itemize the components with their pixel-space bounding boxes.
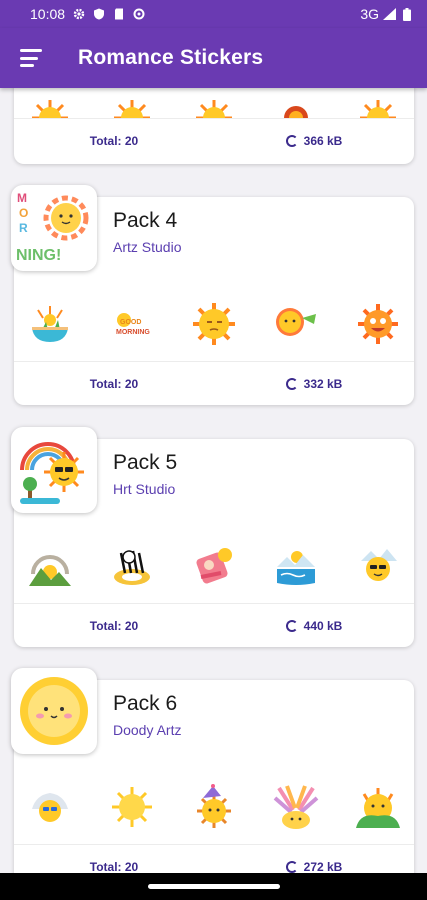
svg-text:O: O: [19, 206, 28, 220]
pack-card[interactable]: Pack 6 Doody Artz Total: 20 272 kB: [11, 668, 414, 873]
pack-size: 440 kB: [303, 618, 343, 633]
shield-icon: [94, 8, 105, 20]
sticker-thumb: [352, 781, 404, 833]
pack-author: Artz Studio: [113, 239, 182, 255]
sticker-thumb: [270, 88, 322, 118]
pack-size: 272 kB: [303, 859, 343, 874]
app-title: Romance Stickers: [78, 46, 264, 69]
sticker-thumb: [24, 298, 76, 350]
sticker-thumb: [188, 540, 240, 592]
sticker-thumb: [352, 540, 404, 592]
pack-size: 366 kB: [303, 133, 343, 148]
pack-header: Pack 5 Hrt Studio: [11, 427, 414, 529]
gear-icon: [133, 8, 145, 20]
sticker-thumb: [188, 88, 240, 118]
sticker-thumb: [106, 540, 158, 592]
sticker-thumb: [106, 88, 158, 118]
sticker-thumb: [188, 298, 240, 350]
network-type: 3G: [360, 6, 379, 22]
sticker-thumb: [188, 781, 240, 833]
pack-footer: Total: 20 332 kB: [14, 361, 414, 405]
sticker-thumb: [352, 88, 404, 118]
svg-text:MORNING: MORNING: [116, 329, 150, 336]
sticker-count: Total: 20: [89, 859, 139, 874]
size-icon: [285, 619, 298, 632]
sticker-thumb: [24, 540, 76, 592]
svg-text:GOOD: GOOD: [120, 319, 141, 326]
sd-card-icon: [115, 8, 124, 20]
navigation-bar: [0, 873, 427, 900]
sticker-count: Total: 20: [89, 376, 139, 391]
pack-card[interactable]: Total: 20 366 kB: [14, 88, 414, 164]
sticker-thumb: GOOD MORNING: [106, 298, 158, 350]
battery-icon: [403, 7, 411, 21]
status-bar: 10:08 3G: [0, 0, 427, 28]
sticker-preview-row: [14, 529, 414, 603]
pack-footer: Total: 20 272 kB: [14, 844, 414, 873]
sticker-preview-row: [14, 88, 414, 118]
pack-header: M O R NING! Pack 4 Artz Studio: [11, 185, 414, 287]
settings-icon: [73, 8, 85, 20]
size-icon: [285, 377, 298, 390]
sticker-thumb: [24, 781, 76, 833]
sticker-thumb: [24, 88, 76, 118]
menu-icon[interactable]: [20, 49, 42, 67]
pack-list[interactable]: Total: 20 366 kB M O R NING! Pack 4 Artz…: [0, 88, 427, 873]
sticker-thumb: [270, 781, 322, 833]
pack-footer: Total: 20 366 kB: [14, 118, 414, 162]
sticker-count: Total: 20: [89, 133, 139, 148]
app-bar: Romance Stickers: [0, 28, 427, 88]
sticker-preview-row: GOOD MORNING: [14, 287, 414, 361]
signal-icon: [383, 8, 396, 20]
pack-author: Doody Artz: [113, 722, 182, 738]
pack-footer: Total: 20 440 kB: [14, 603, 414, 647]
tray-icon: M O R NING!: [11, 185, 97, 271]
sticker-thumb: [352, 298, 404, 350]
sticker-thumb: [270, 540, 322, 592]
home-gesture-handle[interactable]: [147, 884, 280, 889]
pack-header: Pack 6 Doody Artz: [11, 668, 414, 770]
size-icon: [285, 860, 298, 873]
svg-text:NING!: NING!: [16, 247, 61, 264]
pack-card[interactable]: M O R NING! Pack 4 Artz Studio GOOD MORNI…: [11, 185, 414, 405]
status-time: 10:08: [30, 6, 66, 22]
svg-text:M: M: [17, 191, 27, 205]
svg-text:R: R: [19, 221, 28, 235]
sticker-count: Total: 20: [89, 618, 139, 633]
pack-author: Hrt Studio: [113, 481, 176, 497]
tray-icon: [11, 427, 97, 513]
pack-size: 332 kB: [303, 376, 343, 391]
sticker-thumb: [106, 781, 158, 833]
tray-icon: [11, 668, 97, 754]
sticker-preview-row: [14, 770, 414, 844]
pack-name: Pack 6: [113, 692, 178, 715]
pack-card[interactable]: Pack 5 Hrt Studio Total: 20 440 kB: [11, 427, 414, 647]
pack-name: Pack 5: [113, 451, 178, 474]
sticker-thumb: [270, 298, 322, 350]
pack-name: Pack 4: [113, 209, 178, 232]
size-icon: [285, 134, 298, 147]
